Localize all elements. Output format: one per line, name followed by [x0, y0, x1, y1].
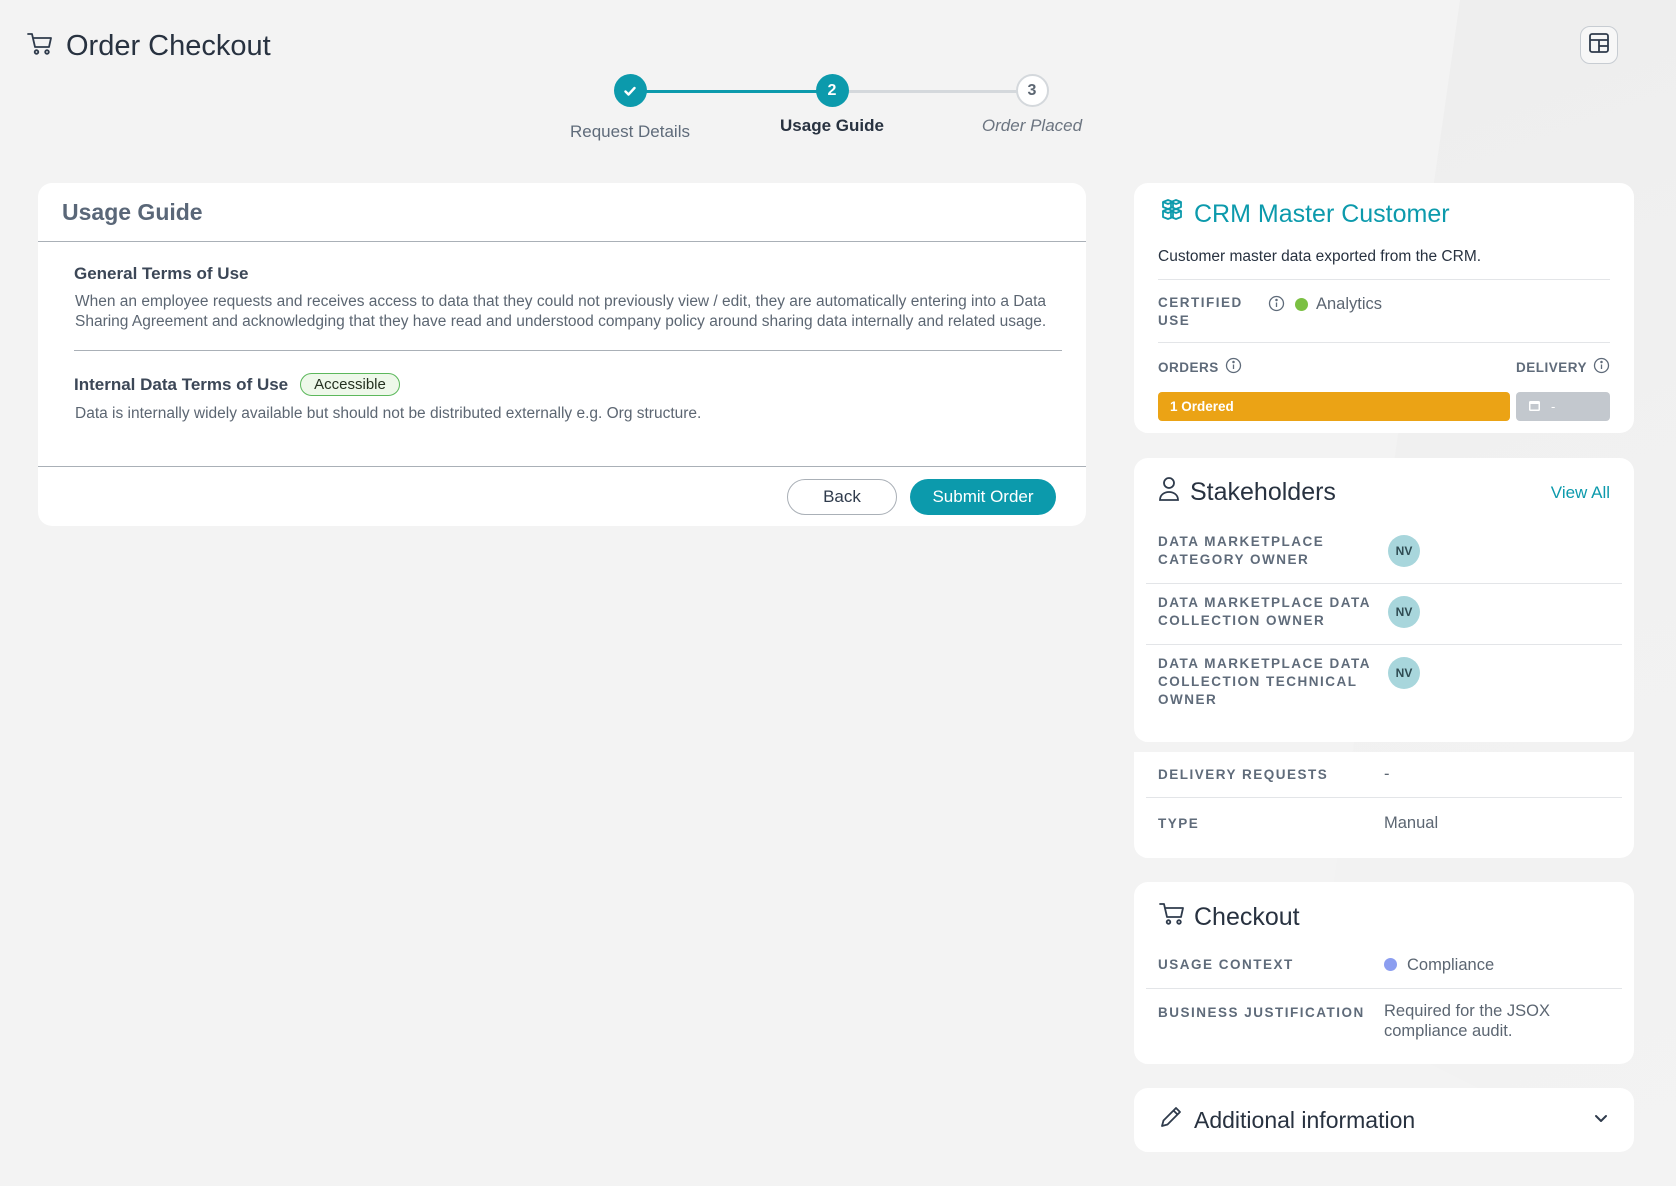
layout-toggle-button[interactable]	[1580, 26, 1618, 64]
certified-use-label: CERTIFIED USE	[1158, 295, 1243, 328]
usage-context-label: USAGE CONTEXT	[1158, 957, 1294, 972]
card-footer: Back Submit Order	[38, 466, 1086, 526]
type-value: Manual	[1384, 813, 1439, 832]
layout-icon	[1587, 31, 1611, 60]
avatar[interactable]: NV	[1388, 535, 1420, 567]
usage-context-value: Compliance	[1407, 955, 1495, 974]
pencil-icon	[1158, 1104, 1184, 1136]
checkout-card: Checkout USAGE CONTEXT Compliance BUSINE…	[1134, 882, 1634, 1064]
stakeholder-role: DATA MARKETPLACE DATA COLLECTION TECHNIC…	[1158, 656, 1371, 707]
stakeholder-row: DATA MARKETPLACE CATEGORY OWNER NV	[1146, 523, 1622, 584]
stakeholders-title: Stakeholders	[1190, 478, 1336, 506]
data-product-icon	[1158, 197, 1186, 232]
calendar-icon	[1528, 399, 1541, 415]
cart-icon	[26, 30, 54, 63]
step-label: Usage Guide	[780, 116, 884, 135]
page-title: Order Checkout	[66, 29, 271, 62]
usage-context-dot	[1384, 958, 1397, 971]
back-button[interactable]: Back	[787, 478, 897, 515]
general-terms-text: When an employee requests and receives a…	[75, 293, 1047, 330]
delivery-requests-label: DELIVERY REQUESTS	[1158, 767, 1329, 782]
step-usage-guide[interactable]: 2 Usage Guide	[762, 74, 902, 136]
stakeholder-row: DATA MARKETPLACE DATA COLLECTION OWNER N…	[1146, 584, 1622, 645]
business-justification-label: BUSINESS JUSTIFICATION	[1158, 1005, 1365, 1020]
step-number: 2	[815, 74, 849, 107]
type-row: TYPE Manual	[1146, 798, 1622, 848]
additional-information-title: Additional information	[1194, 1106, 1416, 1133]
step-number: 3	[1015, 74, 1049, 107]
stakeholders-card: Stakeholders View All DATA MARKETPLACE C…	[1134, 458, 1634, 742]
certified-use-value: Analytics	[1316, 295, 1383, 313]
delivery-requests-value: -	[1384, 765, 1390, 783]
usage-guide-card: Usage Guide General Terms of Use When an…	[38, 183, 1086, 526]
additional-information-accordion[interactable]: Additional information	[1134, 1088, 1634, 1152]
step-label: Order Placed	[981, 116, 1083, 135]
avatar[interactable]: NV	[1388, 657, 1420, 689]
delivery-requests-row: DELIVERY REQUESTS -	[1146, 752, 1622, 798]
step-label: Request Details	[569, 122, 690, 141]
info-icon[interactable]	[1268, 295, 1285, 317]
delivery-label: DELIVERY	[1516, 357, 1610, 377]
type-label: TYPE	[1158, 815, 1200, 831]
stakeholder-row: DATA MARKETPLACE DATA COLLECTION TECHNIC…	[1146, 645, 1622, 723]
view-all-link[interactable]: View All	[1551, 483, 1610, 503]
page-header: Order Checkout	[26, 26, 271, 66]
internal-terms-section: Internal Data Terms of Use Accessible Da…	[74, 351, 1062, 442]
stakeholder-role: DATA MARKETPLACE CATEGORY OWNER	[1158, 534, 1325, 567]
checkout-title: Checkout	[1194, 903, 1300, 931]
orders-bar[interactable]: 1 Ordered	[1158, 392, 1510, 421]
user-icon	[1158, 476, 1180, 509]
check-icon	[613, 74, 647, 107]
submit-order-button[interactable]: Submit Order	[910, 478, 1056, 515]
delivery-bar[interactable]: -	[1516, 392, 1610, 421]
product-description: Customer master data exported from the C…	[1158, 248, 1610, 280]
delivery-details-card: DELIVERY REQUESTS - TYPE Manual	[1134, 752, 1634, 858]
internal-terms-text: Data is internally widely available but …	[75, 405, 702, 422]
business-justification-value: Required for the JSOX compliance audit.	[1384, 1002, 1550, 1040]
product-card: CRM Master Customer Customer master data…	[1134, 183, 1634, 433]
orders-label: ORDERS	[1158, 357, 1242, 377]
general-terms-section: General Terms of Use When an employee re…	[74, 242, 1062, 351]
certified-use-row: CERTIFIED USE Analytics	[1158, 280, 1610, 343]
step-request-details[interactable]: Request Details	[560, 74, 700, 142]
business-justification-row: BUSINESS JUSTIFICATION Required for the …	[1146, 989, 1622, 1051]
avatar[interactable]: NV	[1388, 596, 1420, 628]
cart-icon	[1158, 900, 1186, 935]
usage-context-row: USAGE CONTEXT Compliance	[1146, 941, 1622, 989]
chevron-down-icon[interactable]	[1592, 1109, 1610, 1132]
info-icon[interactable]	[1225, 357, 1242, 377]
card-title: Usage Guide	[38, 183, 1086, 242]
delivery-value: -	[1551, 399, 1556, 414]
internal-terms-title: Internal Data Terms of Use	[74, 374, 289, 394]
stakeholder-role: DATA MARKETPLACE DATA COLLECTION OWNER	[1158, 595, 1371, 628]
certified-status-dot	[1295, 298, 1308, 311]
accessibility-badge: Accessible	[300, 373, 400, 396]
checkout-stepper: Request Details 2 Usage Guide 3 Order Pl…	[560, 74, 1100, 150]
info-icon[interactable]	[1593, 357, 1610, 377]
general-terms-title: General Terms of Use	[74, 264, 249, 283]
product-title[interactable]: CRM Master Customer	[1194, 200, 1450, 229]
step-order-placed: 3 Order Placed	[962, 74, 1102, 136]
